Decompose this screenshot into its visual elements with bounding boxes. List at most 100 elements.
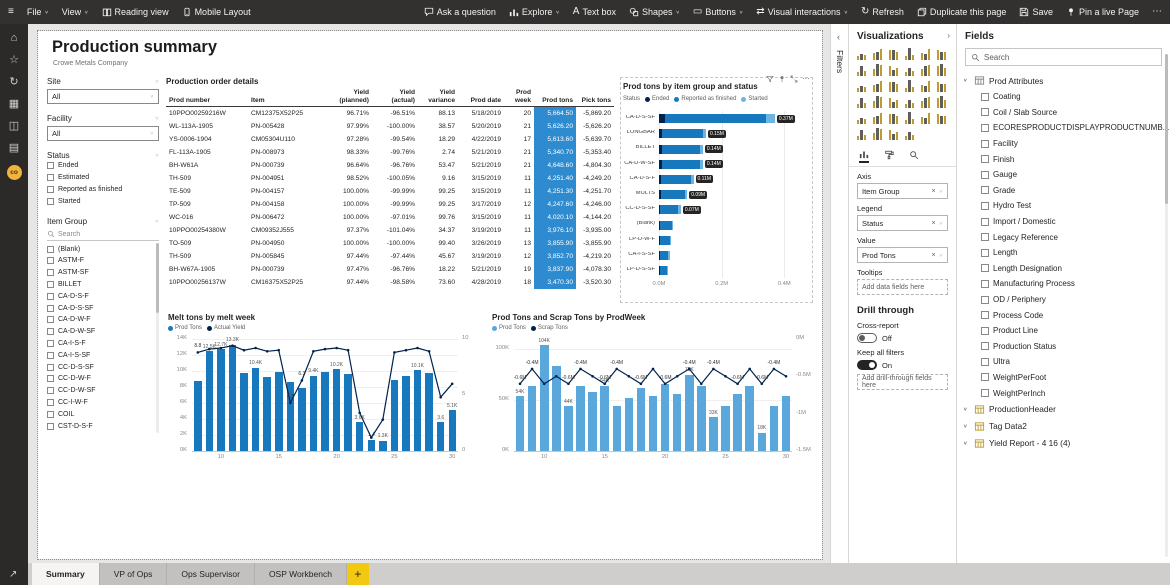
analytics-tab[interactable]	[909, 150, 919, 162]
checkbox[interactable]	[981, 155, 989, 163]
bar-segment[interactable]	[665, 114, 765, 123]
fields-search-input[interactable]: Search	[965, 48, 1162, 66]
table-row[interactable]: TP-509PN-004158100.00%-99.99%99.253/17/2…	[166, 198, 614, 211]
table-row[interactable]: FL-113A-1905PN-00897398.33%-99.76%2.745/…	[166, 146, 614, 159]
item-group-option-cc-d-w-f[interactable]: CC-D-W-F	[47, 373, 159, 385]
checkbox[interactable]	[47, 340, 54, 347]
checkbox[interactable]	[981, 296, 989, 304]
facility-slicer-header[interactable]: Facility∨	[47, 114, 159, 123]
melt-tons-by-melt-week-visual[interactable]: Melt tons by melt weekProd TonsActual Yi…	[166, 309, 474, 469]
favorites-icon[interactable]: ☆	[9, 55, 19, 66]
field-item-od-periphery[interactable]: OD / Periphery	[957, 292, 1170, 308]
field-item-weightperfoot[interactable]: WeightPerFoot	[957, 370, 1170, 386]
item-group-option-cc-d-s-sf[interactable]: CC-D-S-SF	[47, 361, 159, 373]
checkbox[interactable]	[47, 364, 54, 371]
field-item-ultra[interactable]: Ultra	[957, 354, 1170, 370]
table-row[interactable]: 10PPO00254380WCM09352J55597.37%-101.04%3…	[166, 224, 614, 237]
legend-well[interactable]: Status×∨	[857, 215, 948, 231]
pie-chart-icon[interactable]	[902, 79, 917, 94]
action-buttons[interactable]: ▭Buttons∨	[693, 7, 743, 17]
nav-menu-icon[interactable]: ≡	[8, 7, 14, 17]
bar-segment[interactable]	[667, 266, 668, 275]
get-more-visuals-icon[interactable]	[902, 127, 917, 142]
field-item-legacy-reference[interactable]: Legacy Reference	[957, 229, 1170, 245]
table-row[interactable]: TE-509PN-004157100.00%-99.99%99.253/15/2…	[166, 185, 614, 198]
line-chart-icon[interactable]	[854, 63, 869, 78]
field-item-product-line[interactable]: Product Line	[957, 323, 1170, 339]
checkbox[interactable]	[981, 311, 989, 319]
line-and-clustered-column-chart-icon[interactable]	[918, 63, 933, 78]
table-row[interactable]: BH-W61APN-00073996.64%-96.76%53.475/21/2…	[166, 159, 614, 172]
field-item-ecoresproductdisplayproductnumb[interactable]: ECORESPRODUCTDISPLAYPRODUCTNUMB...	[957, 120, 1170, 136]
remove-field-icon[interactable]: ×	[932, 188, 936, 195]
recent-icon[interactable]: ↻	[9, 77, 18, 88]
checkbox[interactable]	[47, 387, 54, 394]
table-row[interactable]: TH-509PN-00495198.52%-100.05%9.163/15/20…	[166, 172, 614, 185]
map-icon[interactable]	[854, 95, 869, 110]
column-header-item[interactable]: Item	[248, 89, 326, 107]
bar-segment[interactable]	[662, 145, 700, 154]
remove-field-icon[interactable]: ×	[932, 220, 936, 227]
r-script-visual-icon[interactable]	[918, 111, 933, 126]
item-group-option-cc-d-w-sf[interactable]: CC-D-W-SF	[47, 385, 159, 397]
ribbon-chart-icon[interactable]	[934, 63, 949, 78]
column-header-yield-variance[interactable]: Yield variance	[418, 89, 458, 107]
gauge-icon[interactable]	[902, 95, 917, 110]
kpi-icon[interactable]	[854, 111, 869, 126]
bar-segment[interactable]	[766, 114, 775, 123]
page-tab-ops-supervisor[interactable]: Ops Supervisor	[167, 563, 255, 585]
prod-and-scrap-tons-visual[interactable]: Prod Tons and Scrap Tons by ProdWeekProd…	[490, 309, 814, 469]
item-group-option-ca-i-s-f[interactable]: CA-I-S-F	[47, 338, 159, 350]
expand-icon[interactable]: ↗	[9, 569, 17, 580]
table-row[interactable]: WL-113A-1905PN-00542897.99%-100.00%38.57…	[166, 120, 614, 133]
bar-segment[interactable]	[660, 251, 669, 260]
status-option-reported-as-finished[interactable]: Reported as finished	[47, 184, 159, 196]
workspace-avatar[interactable]: co	[7, 165, 22, 180]
site-dropdown[interactable]: All∨	[47, 89, 159, 104]
table-row[interactable]: TO-509PN-004950100.00%-100.00%99.403/26/…	[166, 237, 614, 250]
area-chart-icon[interactable]	[870, 63, 885, 78]
more-options-icon[interactable]: ⋯	[802, 75, 810, 83]
item-group-option-ca-d-w-sf[interactable]: CA-D-W-SF	[47, 326, 159, 338]
checkbox[interactable]	[47, 328, 54, 335]
column-header-pick-tons[interactable]: Pick tons	[576, 89, 614, 107]
checkbox[interactable]	[981, 140, 989, 148]
bar-segment[interactable]	[672, 221, 673, 230]
bar-segment[interactable]	[678, 205, 681, 214]
item-group-option-astm-f[interactable]: ASTM-F	[47, 255, 159, 267]
bar-segment[interactable]	[700, 145, 703, 154]
field-item-weightperinch[interactable]: WeightPerInch	[957, 385, 1170, 401]
bar-segment[interactable]	[660, 221, 672, 230]
checkbox[interactable]	[981, 358, 989, 366]
facility-dropdown[interactable]: All∨	[47, 126, 159, 141]
action-duplicate-this-page[interactable]: Duplicate this page	[917, 7, 1007, 17]
checkbox[interactable]	[981, 373, 989, 381]
page-tab-vp-of-ops[interactable]: VP of Ops	[100, 563, 168, 585]
checkbox[interactable]	[981, 108, 989, 116]
workspaces-icon[interactable]: ▤	[9, 143, 19, 154]
focus-icon[interactable]	[790, 75, 798, 83]
bar-segment[interactable]	[685, 190, 687, 199]
checkbox[interactable]	[47, 411, 54, 418]
checkbox[interactable]	[47, 269, 54, 276]
collapse-visualizations-icon[interactable]: ›	[947, 31, 950, 40]
slicer-scrollbar[interactable]	[156, 243, 159, 433]
checkbox[interactable]	[981, 186, 989, 194]
checkbox[interactable]	[981, 202, 989, 210]
field-item-facility[interactable]: Facility	[957, 136, 1170, 152]
bar-segment[interactable]	[703, 129, 706, 138]
menu-view[interactable]: View∨	[62, 7, 89, 17]
shape-map-icon[interactable]	[886, 95, 901, 110]
field-item-coating[interactable]: Coating	[957, 89, 1170, 105]
field-item-hydro-test[interactable]: Hydro Test	[957, 198, 1170, 214]
status-option-ended[interactable]: Ended	[47, 160, 159, 172]
format-tab[interactable]	[884, 150, 894, 162]
filled-map-icon[interactable]	[870, 95, 885, 110]
item-group-option-billet[interactable]: BILLET	[47, 279, 159, 291]
fields-scrollbar[interactable]	[1165, 54, 1168, 557]
field-item-finish[interactable]: Finish	[957, 151, 1170, 167]
prod-tons-by-item-group-visual[interactable]: ⋯Prod tons by item group and statusStatu…	[620, 77, 813, 303]
line-and-stacked-column-chart-icon[interactable]	[902, 63, 917, 78]
bar-segment[interactable]	[691, 175, 694, 184]
page-tab-summary[interactable]: Summary	[32, 563, 100, 585]
